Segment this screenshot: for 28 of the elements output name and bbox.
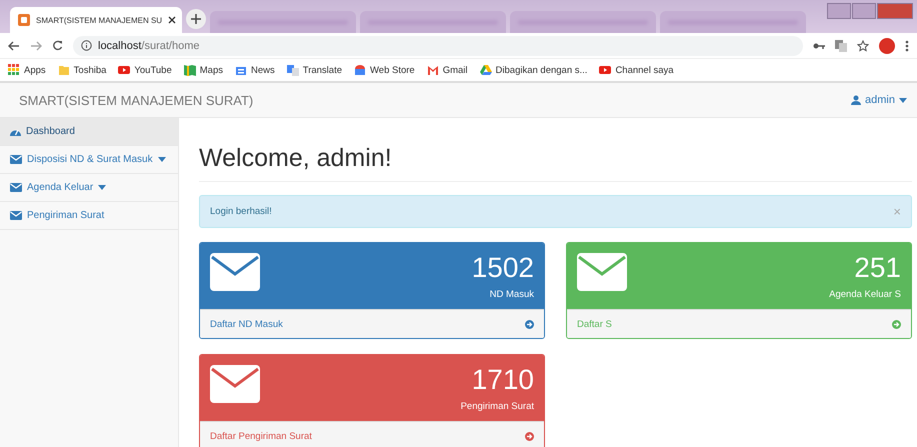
panel-caption: Pengiriman Surat bbox=[460, 401, 534, 412]
count: 251 bbox=[854, 253, 901, 283]
bookmark-link[interactable]: Apps bbox=[8, 64, 46, 76]
alert-message: Login berhasil! bbox=[210, 206, 272, 217]
count: 1502 bbox=[472, 253, 534, 283]
bookmark-link[interactable]: Channel saya bbox=[599, 64, 674, 76]
browser-tab[interactable]: SMART(SISTEM MANAJEMEN SU bbox=[10, 7, 182, 33]
sidebar-item[interactable]: Dashboard bbox=[0, 118, 178, 146]
count: 1710 bbox=[472, 365, 534, 395]
app-brand[interactable]: SMART(SISTEM MANAJEMEN SURAT) bbox=[19, 92, 254, 108]
bookmark-link[interactable]: Toshiba bbox=[58, 64, 106, 76]
sidebar-item[interactable]: Pengiriman Surat bbox=[0, 202, 178, 230]
bookmark-link[interactable]: YouTube bbox=[118, 64, 172, 76]
panel-footer-link[interactable]: Daftar ND Masuk bbox=[200, 309, 544, 338]
address-bar[interactable]: localhost/surat/home bbox=[73, 36, 803, 56]
bookmark-link[interactable]: Maps bbox=[184, 64, 223, 76]
bookmark-link[interactable]: Translate bbox=[286, 64, 342, 76]
bookmark-link[interactable]: Web Store bbox=[354, 64, 415, 76]
user-menu[interactable]: admin bbox=[851, 94, 907, 106]
panel-footer-link[interactable]: Daftar Pengiriman Surat bbox=[200, 421, 544, 447]
bookmark-link[interactable]: Dibagikan dengan s... bbox=[480, 64, 588, 76]
bookmark-link[interactable]: Gmail bbox=[426, 64, 468, 76]
sidebar-item[interactable]: Disposisi ND & Surat Masuk bbox=[0, 146, 178, 174]
bookmark-link[interactable]: News bbox=[234, 64, 275, 76]
panel-caption: Agenda Keluar S bbox=[829, 289, 901, 300]
panel-caption: ND Masuk bbox=[490, 289, 534, 300]
sidebar-item[interactable]: Agenda Keluar bbox=[0, 174, 178, 202]
page-heading: Welcome, admin! bbox=[199, 144, 392, 173]
